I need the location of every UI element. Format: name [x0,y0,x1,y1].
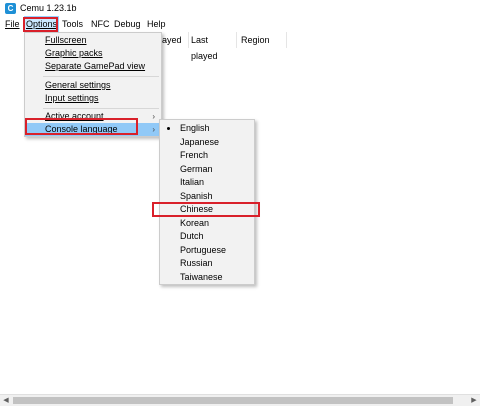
column-header-last-played[interactable]: Last played [187,32,237,61]
annotation-box-options [23,17,58,32]
menu-debug[interactable]: Debug [113,17,142,32]
language-item-portuguese[interactable]: Portuguese [160,244,254,257]
menu-bar: File Options Tools NFC Debug Help [0,16,480,33]
menu-item-separate-gamepad-view[interactable]: Separate GamePad view [25,60,161,73]
submenu-arrow-icon: › [152,112,155,121]
horizontal-scrollbar[interactable]: ◀ ▶ [0,394,480,406]
annotation-box-chinese [152,202,260,217]
language-item-dutch[interactable]: Dutch [160,230,254,243]
bullet-icon [167,127,170,130]
language-item-german[interactable]: German [160,163,254,176]
menu-tools[interactable]: Tools [61,17,84,32]
title-bar: C Cemu 1.23.1b [0,0,480,17]
annotation-box-console-language [25,118,138,135]
window-title: Cemu 1.23.1b [20,3,77,13]
menu-help[interactable]: Help [146,17,167,32]
language-item-french[interactable]: French [160,149,254,162]
scrollbar-thumb[interactable] [13,397,453,404]
language-item-italian[interactable]: Italian [160,176,254,189]
scroll-right-icon[interactable]: ▶ [468,395,480,406]
language-item-korean[interactable]: Korean [160,217,254,230]
app-icon: C [5,3,16,14]
language-item-russian[interactable]: Russian [160,257,254,270]
menu-separator [43,76,159,77]
menu-item-input-settings[interactable]: Input settings [25,92,161,105]
menu-item-general-settings[interactable]: General settings [25,79,161,92]
scroll-left-icon[interactable]: ◀ [0,395,12,406]
language-item-japanese[interactable]: Japanese [160,136,254,149]
menu-nfc[interactable]: NFC [90,17,111,32]
language-item-taiwanese[interactable]: Taiwanese [160,271,254,284]
menu-item-fullscreen[interactable]: Fullscreen [25,34,161,47]
menu-item-graphic-packs[interactable]: Graphic packs [25,47,161,60]
menu-file[interactable]: File [4,17,21,32]
column-header-region[interactable]: Region [237,32,287,48]
submenu-arrow-icon: › [152,125,155,134]
menu-separator [43,108,159,109]
language-item-english[interactable]: English [160,122,254,135]
